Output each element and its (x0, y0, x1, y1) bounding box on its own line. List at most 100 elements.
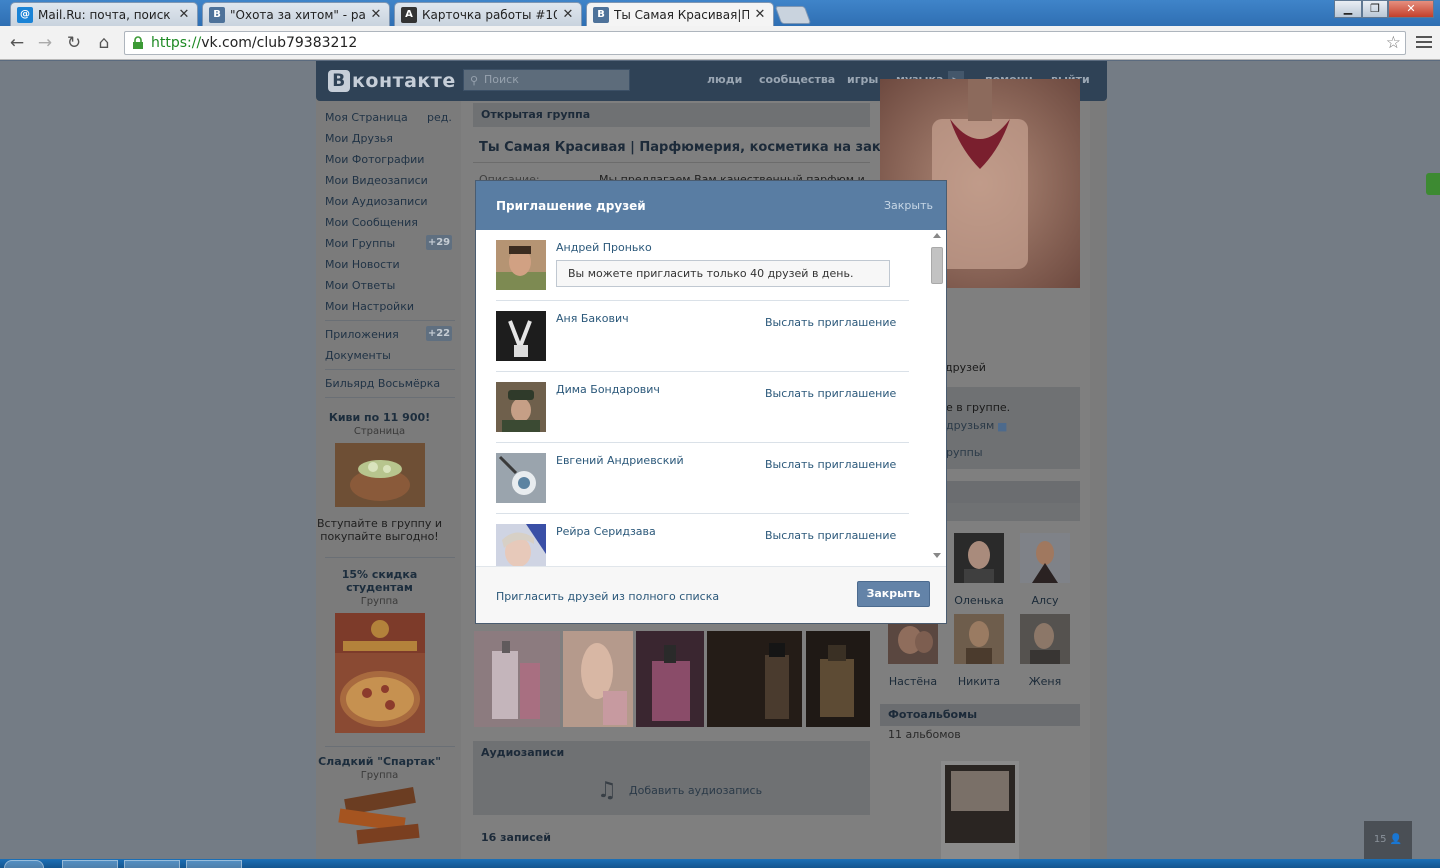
sidebar-item-billiards[interactable]: Бильярд Восьмёрка (325, 377, 440, 390)
sidebar-item-documents[interactable]: Документы (325, 349, 391, 362)
dialog-close-link[interactable]: Закрыть (884, 199, 933, 212)
scroll-up-icon[interactable] (933, 233, 941, 238)
vk-logo[interactable]: Bконтакте (328, 68, 456, 94)
taskbar-item[interactable] (186, 860, 242, 868)
ad-kiwi[interactable]: Киви по 11 900! Страница Вступайте в гру… (316, 411, 443, 543)
avatar[interactable] (954, 533, 1004, 583)
avatar[interactable] (496, 453, 546, 503)
new-tab-button[interactable] (774, 6, 812, 24)
scrollbar[interactable] (930, 230, 944, 566)
tab-close-icon[interactable]: ✕ (369, 7, 383, 22)
dialog-footer: Пригласить друзей из полного списка Закр… (476, 566, 946, 623)
photo-thumb[interactable] (474, 631, 560, 727)
friend-name[interactable]: Евгений Андриевский (556, 454, 684, 467)
member-card[interactable]: Женя (1015, 614, 1075, 688)
home-icon[interactable]: ⌂ (93, 32, 115, 54)
member-name[interactable]: Настёна (883, 675, 943, 688)
address-bar[interactable]: https://vk.com/club79383212 ☆ (124, 31, 1406, 55)
album-cover-image[interactable] (941, 761, 1019, 859)
ad-spartak[interactable]: Сладкий "Спартак" Группа (316, 755, 443, 854)
browser-menu-icon[interactable] (1416, 34, 1432, 50)
sidebar-item-answers[interactable]: Мои Ответы (325, 279, 395, 292)
tab-close-icon[interactable]: ✕ (753, 7, 767, 22)
invite-from-full-list-link[interactable]: Пригласить друзей из полного списка (496, 590, 719, 603)
sidebar-item-apps[interactable]: Приложения (325, 328, 399, 341)
sidebar-item-audio[interactable]: Мои Аудиозаписи (325, 195, 428, 208)
reload-icon[interactable]: ↻ (63, 32, 85, 54)
sidebar-item-news[interactable]: Мои Новости (325, 258, 400, 271)
nav-people[interactable]: люди (707, 73, 742, 86)
minimize-button[interactable]: ▁ (1334, 0, 1362, 18)
maximize-button[interactable]: ❐ (1362, 0, 1388, 18)
scrollbar-thumb[interactable] (931, 247, 943, 284)
nav-communities[interactable]: сообщества (759, 73, 835, 86)
ad-kiwi-image[interactable] (334, 443, 425, 507)
member-card[interactable]: Алсу (1015, 533, 1075, 607)
tell-friends-link[interactable]: друзьям (946, 419, 994, 432)
side-widget-button[interactable] (1426, 173, 1440, 195)
friend-name[interactable]: Рейра Серидзава (556, 525, 656, 538)
start-button[interactable] (4, 860, 44, 868)
member-card[interactable]: Никита (949, 614, 1009, 688)
sidebar-item-messages[interactable]: Мои Сообщения (325, 216, 418, 229)
albums-header[interactable]: Фотоальбомы (880, 704, 1080, 726)
sidebar-item-friends[interactable]: Мои Друзья (325, 132, 393, 145)
tab-close-icon[interactable]: ✕ (177, 7, 191, 22)
edit-link[interactable]: ред. (427, 111, 452, 124)
friend-name[interactable]: Дима Бондарович (556, 383, 660, 396)
sidebar-item-photos[interactable]: Мои Фотографии (325, 153, 424, 166)
member-card[interactable]: Настёна (883, 614, 943, 688)
photo-thumb[interactable] (563, 631, 633, 727)
send-invite-link[interactable]: Выслать приглашение (765, 387, 896, 400)
messages-counter[interactable]: 15 👤 (1364, 821, 1412, 859)
ad-spartak-image[interactable] (334, 787, 425, 851)
close-button[interactable]: Закрыть (857, 581, 930, 607)
photo-thumb[interactable] (707, 631, 802, 727)
back-icon[interactable]: ← (6, 32, 28, 54)
member-name[interactable]: Алсу (1015, 594, 1075, 607)
leave-group-link[interactable]: руппы (946, 446, 983, 459)
avatar[interactable] (496, 382, 546, 432)
avatar[interactable] (1020, 614, 1070, 664)
avatar[interactable] (496, 311, 546, 361)
avatar[interactable] (496, 240, 546, 290)
member-name[interactable]: Никита (949, 675, 1009, 688)
ad-pizza[interactable]: 15% скидка студентам Группа (316, 568, 443, 736)
sidebar-item-my-page[interactable]: Моя Страница (325, 111, 408, 124)
add-audio-link[interactable]: Добавить аудиозапись (629, 784, 762, 797)
taskbar-item[interactable] (62, 860, 118, 868)
member-name[interactable]: Женя (1015, 675, 1075, 688)
member-card[interactable]: Оленька (949, 533, 1009, 607)
send-invite-link[interactable]: Выслать приглашение (765, 458, 896, 471)
avatar[interactable] (496, 524, 546, 566)
taskbar-item[interactable] (124, 860, 180, 868)
ad-title[interactable]: 15% скидка студентам (316, 568, 443, 594)
member-name[interactable]: Оленька (949, 594, 1009, 607)
friend-name[interactable]: Аня Бакович (556, 312, 629, 325)
invite-friends-link[interactable]: друзей (945, 361, 986, 374)
photo-thumb[interactable] (806, 631, 870, 727)
send-invite-link[interactable]: Выслать приглашение (765, 316, 896, 329)
nav-games[interactable]: игры (847, 73, 878, 86)
tab-radio[interactable]: B "Охота за хитом" - радио ✕ (202, 2, 390, 26)
friend-name[interactable]: Андрей Пронько (556, 241, 652, 254)
sidebar-item-settings[interactable]: Мои Настройки (325, 300, 414, 313)
forward-icon[interactable]: → (34, 32, 56, 54)
bookmark-star-icon[interactable]: ☆ (1386, 33, 1401, 53)
ad-pizza-image[interactable] (334, 613, 425, 733)
tab-mailru[interactable]: @ Mail.Ru: почта, поиск в и ✕ (10, 2, 198, 26)
search-input[interactable]: ⚲ Поиск (463, 69, 630, 91)
sidebar-item-groups[interactable]: Мои Группы (325, 237, 395, 250)
photo-thumb[interactable] (636, 631, 704, 727)
avatar[interactable] (1020, 533, 1070, 583)
send-invite-link[interactable]: Выслать приглашение (765, 529, 896, 542)
tab-close-icon[interactable]: ✕ (561, 7, 575, 22)
close-window-button[interactable]: ✕ (1388, 0, 1434, 18)
sidebar-item-videos[interactable]: Мои Видеозаписи (325, 174, 428, 187)
tab-work-card[interactable]: A Карточка работы #107752 ✕ (394, 2, 582, 26)
ad-title[interactable]: Киви по 11 900! (316, 411, 443, 424)
scroll-down-icon[interactable] (933, 553, 941, 558)
avatar[interactable] (954, 614, 1004, 664)
tab-vk-group[interactable]: B Ты Самая Красивая|Парф ✕ (586, 2, 774, 26)
ad-title[interactable]: Сладкий "Спартак" (316, 755, 443, 768)
